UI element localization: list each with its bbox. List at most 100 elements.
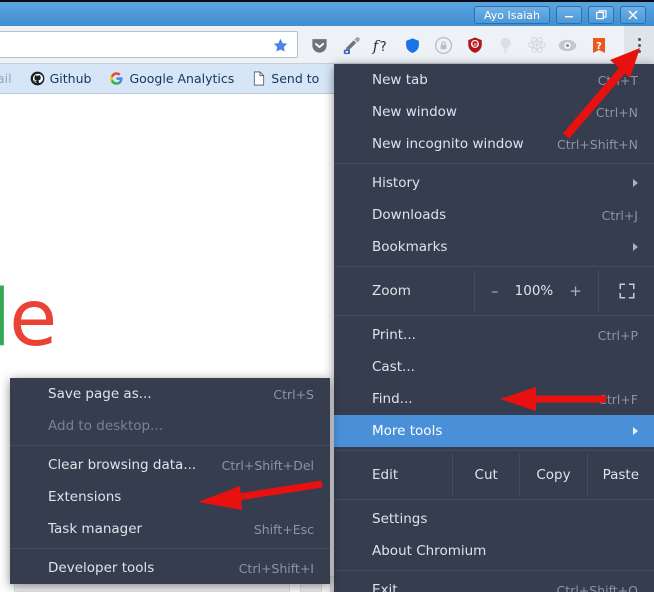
paste-button[interactable]: Paste (586, 454, 654, 496)
menu-item-new-window[interactable]: New window Ctrl+N (334, 96, 654, 128)
bookmark-item-github[interactable]: Github (21, 71, 101, 86)
bookmark-item-google-analytics[interactable]: Google Analytics (100, 71, 243, 86)
zoom-controls: – 100% + (474, 270, 598, 312)
submenu-arrow-icon (633, 427, 638, 435)
menu-item-accelerator: Ctrl+Shift+N (557, 136, 638, 152)
submenu-item-developer-tools[interactable]: Developer tools Ctrl+Shift+I (10, 552, 330, 584)
fullscreen-button[interactable] (598, 270, 654, 312)
three-dot-menu-icon[interactable] (624, 26, 654, 64)
lock-icon[interactable] (428, 26, 459, 64)
menu-item-accelerator: Ctrl+F (598, 391, 638, 407)
edit-label-text: Edit (372, 467, 399, 483)
cut-button[interactable]: Cut (452, 454, 519, 496)
zoom-label: Zoom (334, 270, 474, 312)
menu-item-accelerator: Ctrl+Shift+Del (221, 457, 314, 473)
menu-item-settings[interactable]: Settings (334, 503, 654, 535)
eye-icon[interactable] (552, 26, 583, 64)
maximize-button[interactable] (588, 6, 614, 24)
menu-separator (10, 445, 330, 446)
menu-item-print[interactable]: Print... Ctrl+P (334, 319, 654, 351)
svg-text:uo: uo (471, 42, 478, 48)
menu-item-label: Downloads (372, 207, 447, 223)
menu-item-accelerator: Ctrl+N (595, 104, 638, 120)
restore-icon (595, 10, 606, 20)
logo-letter-e: e (9, 274, 57, 364)
menu-separator (334, 499, 654, 500)
zoom-out-button[interactable]: – (491, 282, 499, 300)
submenu-item-extensions[interactable]: Extensions (10, 481, 330, 513)
menu-dot (637, 49, 641, 53)
title-bar: Ayo Isaiah (0, 0, 654, 26)
copy-label: Copy (536, 467, 571, 483)
menu-item-history[interactable]: History (334, 167, 654, 199)
browser-toolbar: f ? uo ? (0, 26, 654, 64)
google-logo: gle (0, 280, 57, 358)
browser-window: Ayo Isaiah f ? uo ? il Github Google Ana… (0, 0, 654, 592)
bookmark-label: Github (49, 71, 92, 86)
bookmark-label: Google Analytics (129, 71, 235, 86)
zoom-level-value: 100% (514, 283, 554, 299)
menu-dot (637, 37, 641, 41)
close-button[interactable] (620, 6, 646, 24)
cut-label: Cut (474, 467, 498, 483)
submenu-item-task-manager[interactable]: Task manager Shift+Esc (10, 513, 330, 545)
document-icon (254, 71, 265, 86)
menu-item-label: History (372, 175, 421, 191)
menu-item-label: Settings (372, 511, 428, 527)
blue-shield-icon[interactable] (397, 26, 428, 64)
edit-row: Edit Cut Copy Paste (334, 454, 654, 496)
submenu-arrow-icon (633, 243, 638, 251)
minimize-icon (565, 16, 573, 18)
lightbulb-icon[interactable] (490, 26, 521, 64)
menu-item-find[interactable]: Find... Ctrl+F (334, 383, 654, 415)
menu-item-accelerator: Ctrl+Shift+I (238, 560, 314, 576)
menu-item-new-tab[interactable]: New tab Ctrl+T (334, 64, 654, 96)
menu-item-bookmarks[interactable]: Bookmarks (334, 231, 654, 263)
menu-item-label: Cast... (372, 359, 415, 375)
minimize-button[interactable] (556, 6, 582, 24)
menu-item-more-tools[interactable]: More tools (334, 415, 654, 447)
react-devtools-icon[interactable] (521, 26, 552, 64)
bookmark-clipped-label[interactable]: ail (0, 71, 21, 86)
copy-button[interactable]: Copy (519, 454, 586, 496)
menu-item-label: Bookmarks (372, 239, 448, 255)
bookmark-item-send-to[interactable]: Send to (243, 71, 328, 86)
paste-label: Paste (602, 467, 640, 483)
more-tools-submenu: Save page as... Ctrl+S Add to desktop...… (10, 378, 330, 584)
submenu-item-save-page-as[interactable]: Save page as... Ctrl+S (10, 378, 330, 410)
bookmark-label: Send to (271, 71, 320, 86)
submenu-item-add-to-desktop: Add to desktop... (10, 410, 330, 442)
menu-item-cast[interactable]: Cast... (334, 351, 654, 383)
question-mark-icon[interactable]: ? (583, 26, 614, 64)
menu-item-label: New tab (372, 72, 428, 88)
menu-item-label: Save page as... (48, 386, 152, 402)
submenu-item-clear-browsing-data[interactable]: Clear browsing data... Ctrl+Shift+Del (10, 449, 330, 481)
star-icon[interactable] (272, 37, 289, 58)
address-bar[interactable] (0, 31, 298, 58)
menu-item-new-incognito-window[interactable]: New incognito window Ctrl+Shift+N (334, 128, 654, 160)
ublock-origin-icon[interactable]: uo (459, 26, 490, 64)
svg-text:?: ? (596, 40, 602, 51)
eyedropper-icon[interactable] (335, 26, 366, 64)
zoom-row: Zoom – 100% + (334, 270, 654, 312)
menu-separator (334, 450, 654, 451)
menu-item-label: Exit (372, 582, 398, 592)
menu-item-accelerator: Ctrl+J (601, 207, 638, 223)
menu-item-label: Add to desktop... (48, 418, 163, 434)
zoom-in-button[interactable]: + (569, 282, 582, 300)
menu-item-accelerator: Shift+Esc (253, 521, 314, 537)
font-finder-icon[interactable]: f ? (366, 26, 397, 64)
menu-item-label: Developer tools (48, 560, 155, 576)
close-icon (628, 10, 638, 20)
menu-item-downloads[interactable]: Downloads Ctrl+J (334, 199, 654, 231)
menu-item-exit[interactable]: Exit Ctrl+Shift+Q (334, 574, 654, 592)
profile-button[interactable]: Ayo Isaiah (474, 6, 550, 24)
pocket-icon[interactable] (304, 26, 335, 64)
menu-separator (334, 315, 654, 316)
menu-item-label: Extensions (48, 489, 122, 505)
logo-letter-l: l (0, 274, 11, 364)
menu-item-accelerator: Ctrl+Shift+Q (556, 582, 638, 592)
menu-item-about-chromium[interactable]: About Chromium (334, 535, 654, 567)
github-icon (30, 71, 44, 86)
menu-item-label: New window (372, 104, 457, 120)
